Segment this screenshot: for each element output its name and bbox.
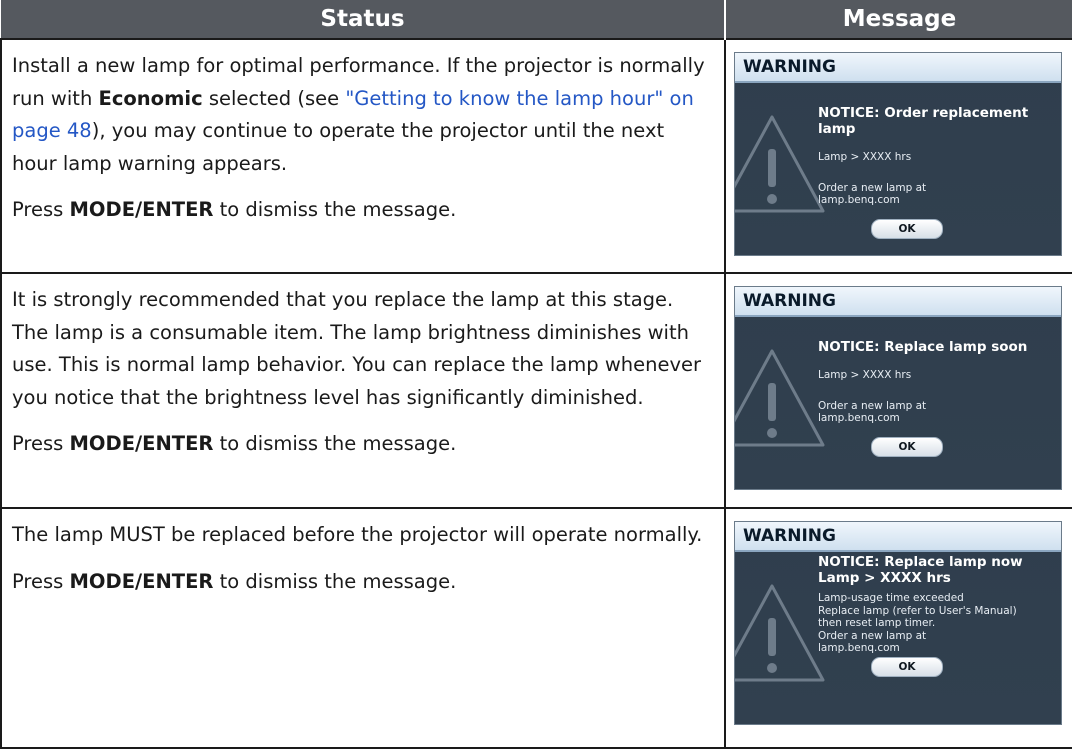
lamp-hours-text: Lamp > XXXX hrs — [818, 151, 912, 163]
table-row: It is strongly recommended that you repl… — [0, 272, 1072, 509]
message-cell: WARNING NOTICE: Replace lamp now Lamp > … — [724, 507, 1072, 749]
table-row: The lamp MUST be replaced before the pro… — [0, 507, 1072, 749]
warning-title: WARNING — [735, 53, 1061, 83]
lamp-status-table: Status Message Install a new lamp for op… — [0, 0, 1072, 749]
warning-title: WARNING — [735, 287, 1061, 317]
status-cell: The lamp MUST be replaced before the pro… — [0, 507, 726, 749]
warning-osd-dialog: WARNING NOTICE: Order replacement lamp L… — [734, 52, 1062, 256]
order-lamp-text: Order a new lamp at — [818, 629, 927, 642]
press-instruction: Press MODE/ENTER to dismiss the message. — [12, 194, 714, 227]
status-column-header: Status — [1, 0, 725, 39]
table-row: Install a new lamp for optimal performan… — [0, 38, 1072, 274]
press-text: to dismiss the message. — [213, 569, 457, 593]
lamp-hours-text: Lamp > XXXX hrs — [818, 570, 951, 586]
press-text: Press — [12, 198, 70, 221]
mode-enter-key-label: MODE/ENTER — [69, 432, 214, 455]
replace-lamp-text: Replace lamp (refer to User's Manual) — [818, 604, 1017, 617]
press-text: to dismiss the message. — [213, 198, 457, 221]
status-paragraph: It is strongly recommended that you repl… — [12, 288, 702, 409]
message-cell: WARNING NOTICE: Order replacement lamp L… — [724, 38, 1072, 274]
status-text: selected (see — [202, 86, 346, 110]
ok-button[interactable]: OK — [871, 436, 943, 457]
status-cell: Install a new lamp for optimal performan… — [0, 38, 726, 274]
notice-text: NOTICE: Replace lamp now — [818, 554, 1023, 570]
order-url-text: lamp.benq.com — [818, 412, 900, 424]
reset-timer-text: then reset lamp timer. — [818, 617, 936, 629]
status-paragraph: Install a new lamp for optimal performan… — [12, 50, 714, 180]
message-cell: WARNING NOTICE: Replace lamp soon Lamp >… — [724, 272, 1072, 509]
order-lamp-text: Order a new lamp at — [818, 181, 927, 194]
order-lamp-text: Order a new lamp at — [818, 399, 927, 412]
warning-osd-dialog: WARNING NOTICE: Replace lamp now Lamp > … — [734, 521, 1062, 725]
warning-osd-dialog: WARNING NOTICE: Replace lamp soon Lamp >… — [734, 286, 1062, 490]
warning-triangle-icon — [735, 115, 825, 213]
economic-mode-label: Economic — [98, 86, 203, 110]
mode-enter-key-label: MODE/ENTER — [69, 569, 214, 593]
status-text: ), you may continue to operate the proje… — [12, 119, 665, 175]
press-instruction: Press MODE/ENTER to dismiss the message. — [12, 428, 714, 461]
press-text: to dismiss the message. — [213, 432, 457, 455]
lamp-usage-exceeded-text: Lamp-usage time exceeded — [818, 592, 964, 604]
ok-button[interactable]: OK — [871, 656, 943, 677]
order-url-text: lamp.benq.com — [818, 194, 900, 206]
warning-triangle-icon — [735, 584, 825, 682]
status-paragraph: The lamp MUST be replaced before the pro… — [12, 523, 703, 546]
warning-title: WARNING — [735, 522, 1061, 552]
message-column-header: Message — [724, 0, 1072, 39]
warning-triangle-icon — [735, 349, 825, 447]
mode-enter-key-label: MODE/ENTER — [69, 198, 214, 221]
ok-button[interactable]: OK — [871, 218, 943, 239]
notice-text: NOTICE: Replace lamp soon — [818, 339, 1028, 355]
lamp-hours-text: Lamp > XXXX hrs — [818, 369, 912, 381]
notice-text: NOTICE: Order replacement lamp — [818, 105, 1029, 137]
table-header-row: Status Message — [1, 0, 1072, 39]
press-text: Press — [12, 569, 70, 593]
status-cell: It is strongly recommended that you repl… — [0, 272, 726, 509]
press-text: Press — [12, 432, 70, 455]
order-url-text: lamp.benq.com — [818, 642, 900, 654]
press-instruction: Press MODE/ENTER to dismiss the message. — [12, 566, 714, 599]
